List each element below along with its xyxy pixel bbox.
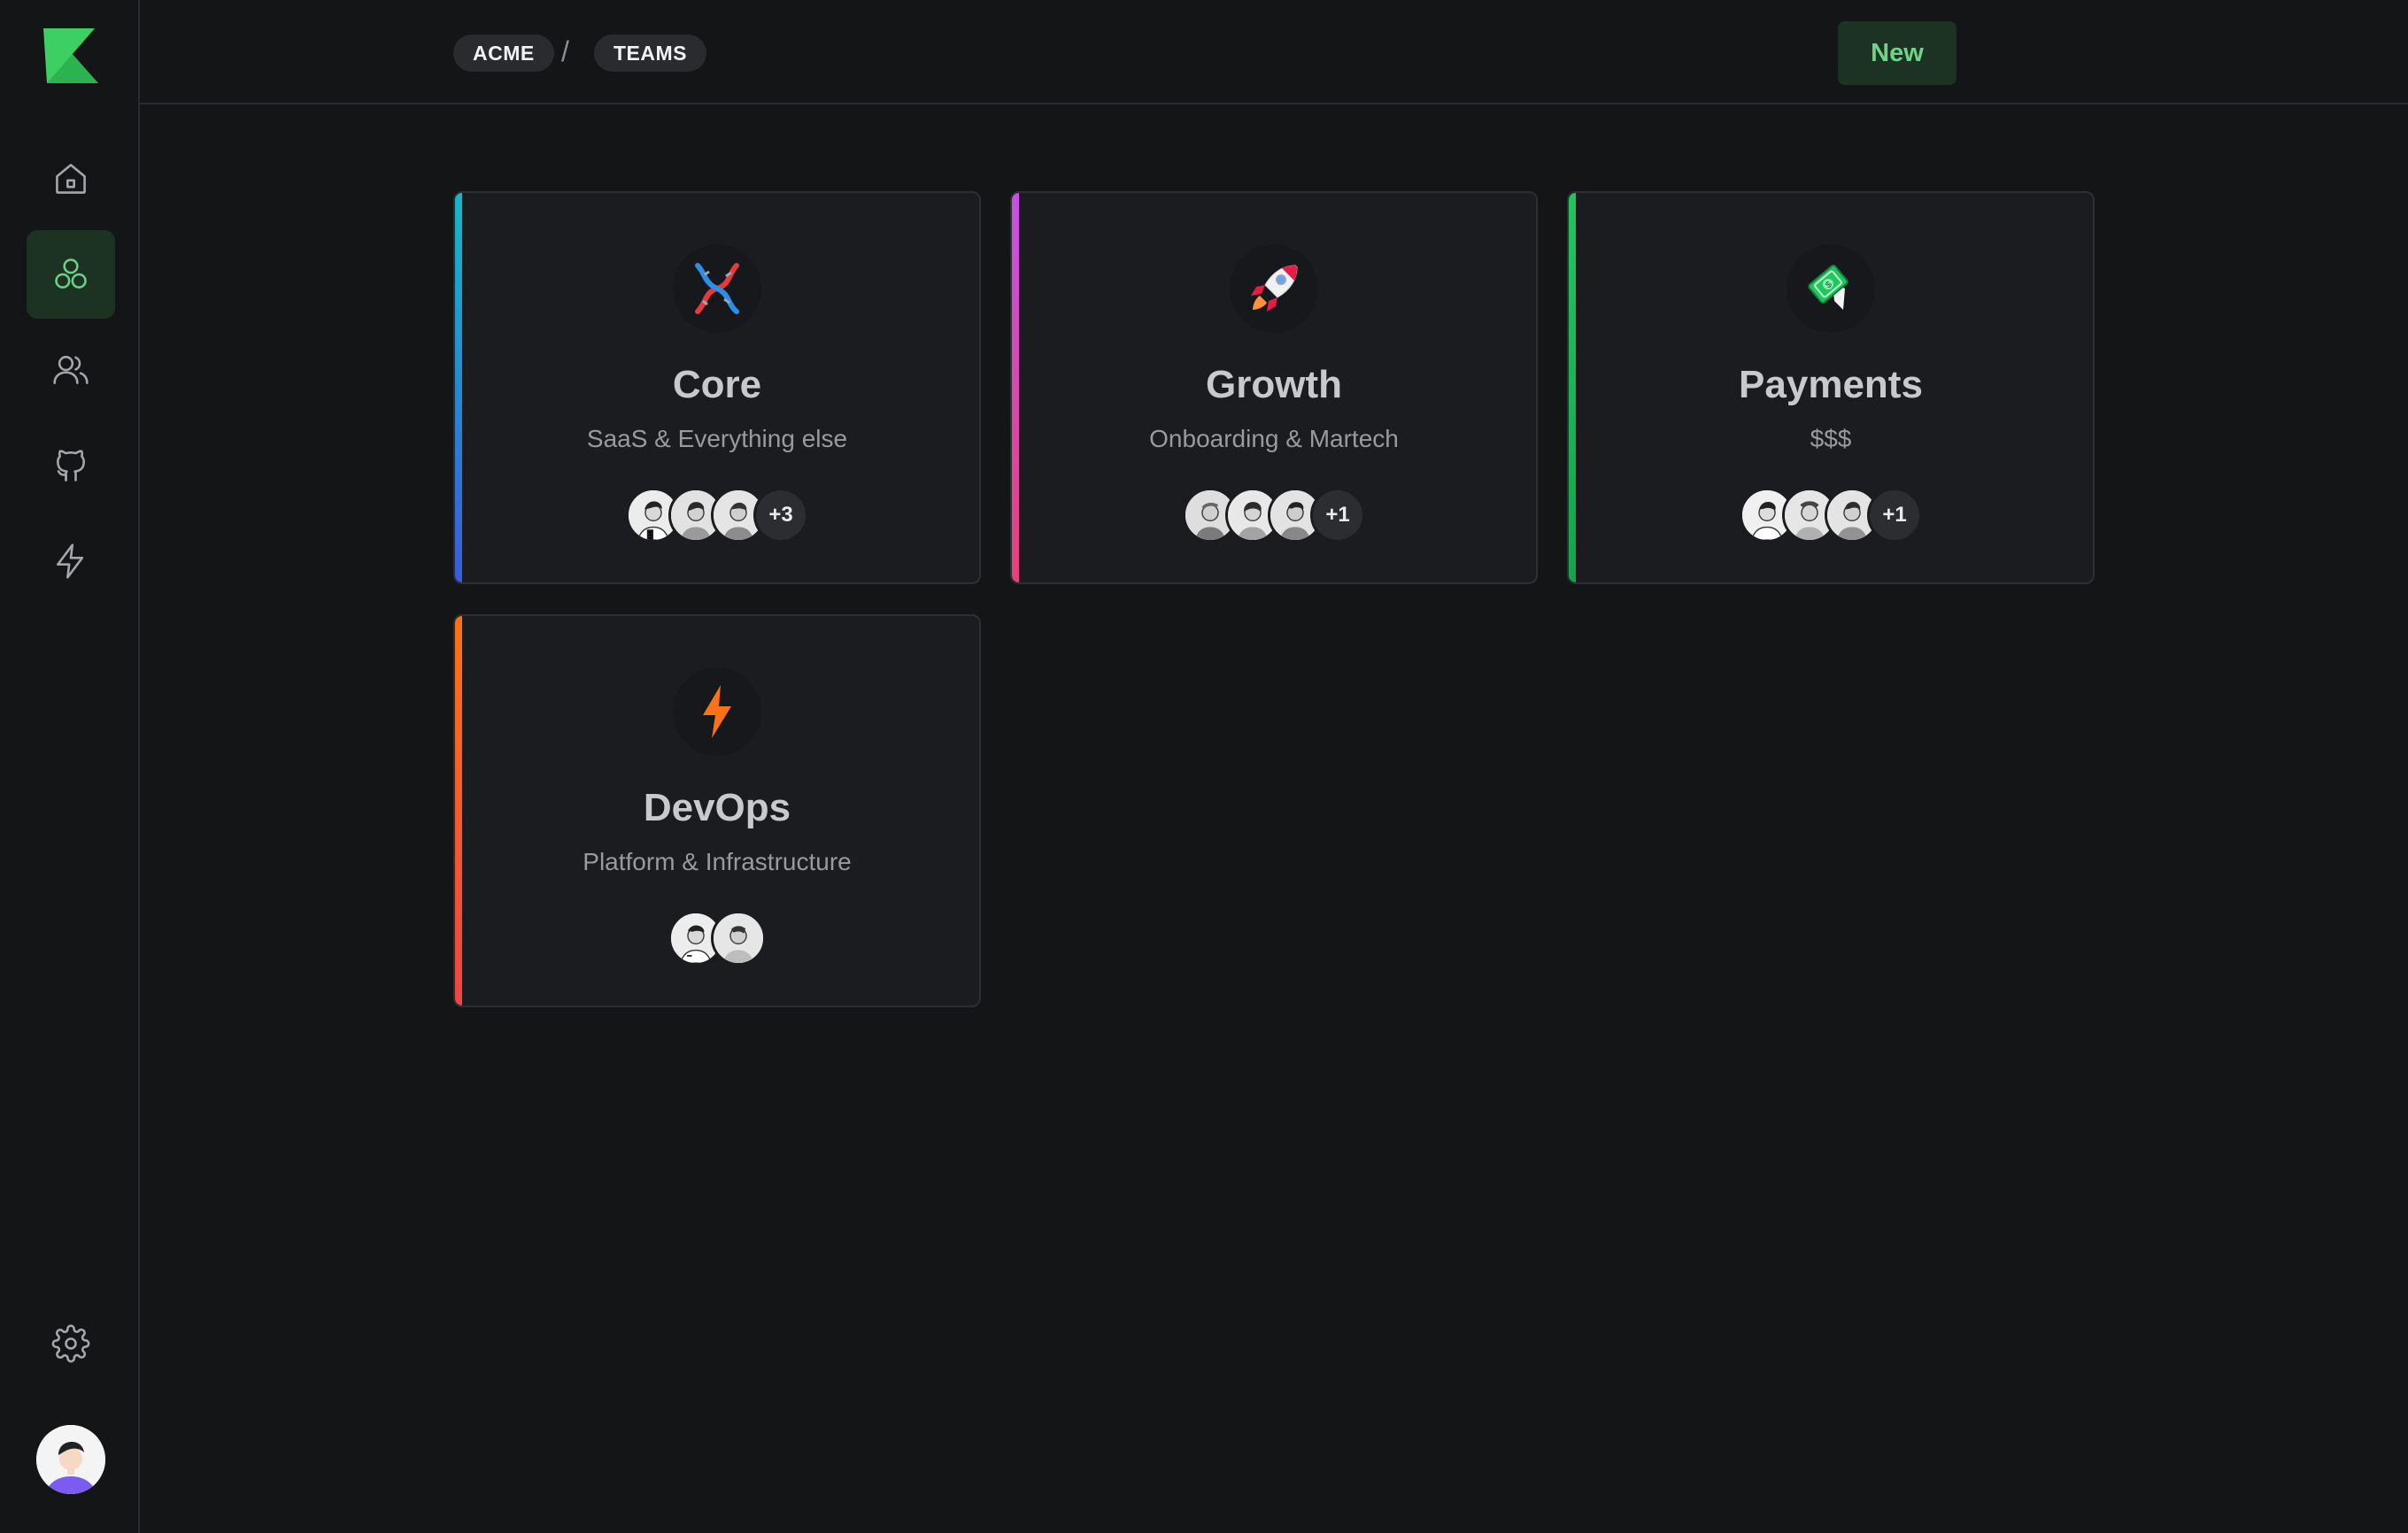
app-logo[interactable] [40,27,102,85]
top-header: ACME / TEAMS [140,0,2408,104]
breadcrumb-org[interactable]: ACME [453,35,554,72]
sidebar-item-github[interactable] [27,421,115,510]
teams-icon [55,258,87,289]
users-icon [53,356,89,384]
home-icon [56,164,86,194]
sidebar-item-settings[interactable] [27,1299,115,1388]
team-subtitle: SaaS & Everything else [586,425,848,452]
team-members: +1 [1012,488,1536,543]
team-emoji [673,244,761,333]
team-subtitle: Onboarding & Martech [1149,425,1399,452]
team-members: +1 [1569,488,2093,543]
team-members: +3 [455,488,979,543]
sidebar-item-users[interactable] [27,326,115,414]
team-emoji: $ [1787,244,1875,333]
team-card-core[interactable]: Core SaaS & Everything else +3 [453,191,981,584]
gear-icon [51,1324,90,1363]
team-title: Growth [1206,363,1342,406]
team-card-devops[interactable]: DevOps Platform & Infrastructure [453,614,981,1007]
more-members-count: +3 [753,488,808,543]
team-emoji [673,667,761,756]
team-title: Payments [1739,363,1923,406]
sidebar [0,0,140,1533]
member-avatar [711,911,766,966]
breadcrumb-separator: / [561,35,569,67]
more-members-count: +1 [1867,488,1922,543]
team-subtitle: $$$ [1810,425,1852,452]
user-avatar[interactable] [36,1425,105,1494]
sidebar-item-activity[interactable] [27,517,115,605]
lightning-icon [703,685,731,738]
team-members [455,911,979,966]
team-title: Core [672,363,762,406]
team-card-payments[interactable]: $ Payments $$$ +1 [1567,191,2095,584]
rocket-icon [1251,265,1298,312]
team-card-growth[interactable]: Growth Onboarding & Martech +1 [1010,191,1538,584]
sidebar-item-home[interactable] [27,135,115,223]
more-members-count: +1 [1310,488,1365,543]
team-emoji [1230,244,1318,333]
team-title: DevOps [643,786,791,829]
github-icon [57,450,85,481]
new-team-button[interactable]: New [1838,21,1956,85]
dna-icon [695,263,739,314]
sidebar-item-teams[interactable] [27,230,115,319]
bolt-icon [57,543,84,579]
breadcrumb-teams[interactable]: TEAMS [594,35,706,72]
team-subtitle: Platform & Infrastructure [583,848,852,875]
money-icon: $ [1808,265,1848,310]
